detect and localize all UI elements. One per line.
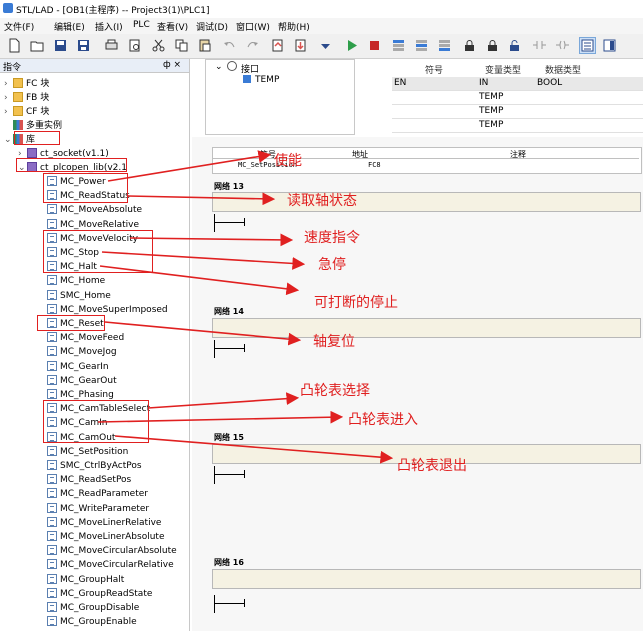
annotation-velocity: 速度指令 xyxy=(304,230,360,246)
annotation-enable: 使能 xyxy=(274,153,302,169)
annotation-halt: 可打断的停止 xyxy=(314,295,398,311)
annotation-cam-select: 凸轮表选择 xyxy=(300,383,370,399)
annotation-cam-out: 凸轮表退出 xyxy=(397,458,467,474)
annotation-reset: 轴复位 xyxy=(313,334,355,350)
annotation-stop: 急停 xyxy=(318,257,346,273)
annotation-cam-in: 凸轮表进入 xyxy=(348,412,418,428)
annotation-read-status: 读取轴状态 xyxy=(287,193,357,209)
annotation-arrows xyxy=(97,150,394,464)
